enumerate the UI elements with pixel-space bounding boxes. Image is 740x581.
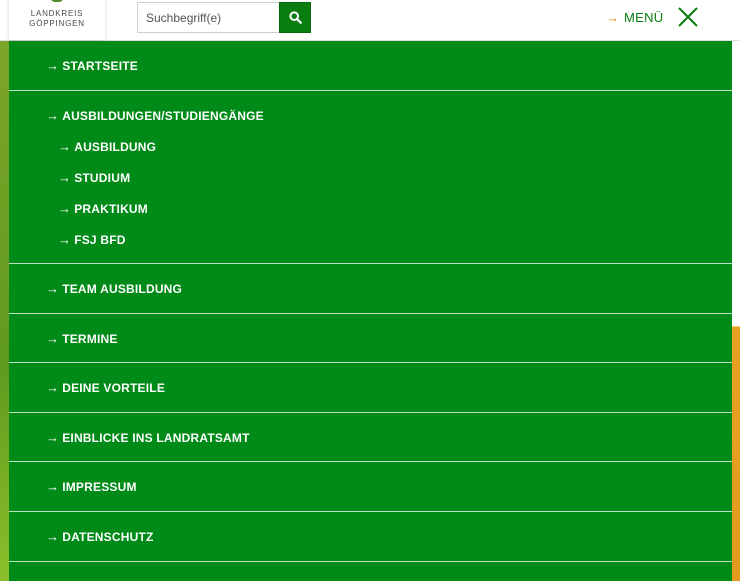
close-icon[interactable] — [677, 6, 699, 28]
menu-link-label: TERMINE — [62, 331, 118, 346]
menu-link-einblicke[interactable]: → EINBLICKE INS LANDRATSAMT — [46, 430, 250, 445]
arrow-right-icon: → — [46, 58, 60, 73]
submenu-link-praktikum[interactable]: → PRAKTIKUM — [58, 201, 148, 216]
search-input[interactable] — [137, 2, 279, 33]
navigation-menu: → STARTSEITE → AUSBILDUNGEN/STUDIENGÄNGE… — [9, 41, 732, 581]
arrow-right-icon: → — [46, 380, 60, 395]
arrow-right-icon: → — [46, 529, 60, 544]
menu-link-impressum[interactable]: → IMPRESSUM — [46, 479, 137, 494]
arrow-right-icon: → — [46, 281, 60, 296]
arrow-right-icon: → — [46, 479, 60, 494]
menu-link-label: IMPRESSUM — [62, 479, 137, 494]
menu-link-label: DATENSCHUTZ — [62, 529, 154, 544]
menu-item-datenschutz: → DATENSCHUTZ — [9, 512, 732, 562]
menu-link-label: STARTSEITE — [62, 58, 138, 73]
menu-link-ausbildungen[interactable]: → AUSBILDUNGEN/STUDIENGÄNGE — [46, 108, 264, 123]
arrow-right-icon: → — [46, 331, 60, 346]
menu-item-team: → TEAM AUSBILDUNG — [9, 264, 732, 314]
site-header: LANDKREIS GÖPPINGEN → MENÜ — [0, 0, 740, 41]
search-button[interactable] — [279, 2, 311, 33]
menu-link-label: AUSBILDUNGEN/STUDIENGÄNGE — [62, 108, 264, 123]
logo[interactable]: LANDKREIS GÖPPINGEN — [9, 0, 105, 40]
right-decor-strip — [732, 40, 740, 581]
menu-toggle-button[interactable]: → MENÜ — [606, 4, 699, 30]
menu-link-label: DEINE VORTEILE — [62, 380, 166, 395]
logo-emblem-icon — [51, 0, 63, 2]
submenu-link-ausbildung[interactable]: → AUSBILDUNG — [58, 139, 156, 154]
arrow-right-icon: → — [606, 9, 619, 25]
submenu-link-fsj-bfd[interactable]: → FSJ BFD — [58, 232, 126, 247]
arrow-right-icon: → — [46, 430, 60, 445]
submenu-link-label: AUSBILDUNG — [74, 139, 157, 154]
submenu-link-studium[interactable]: → STUDIUM — [58, 170, 130, 185]
menu-item-ausbildungen: → AUSBILDUNGEN/STUDIENGÄNGE → AUSBILDUNG… — [9, 91, 732, 264]
menu-link-team-ausbildung[interactable]: → TEAM AUSBILDUNG — [46, 281, 182, 296]
arrow-right-icon: → — [58, 170, 72, 185]
logo-line1: LANDKREIS — [30, 9, 84, 18]
arrow-right-icon: → — [58, 201, 72, 216]
menu-item-termine: → TERMINE — [9, 314, 732, 363]
menu-link-deine-vorteile[interactable]: → DEINE VORTEILE — [46, 380, 165, 395]
left-decor-strip — [0, 40, 9, 581]
menu-link-termine[interactable]: → TERMINE — [46, 331, 118, 346]
menu-link-label: EINBLICKE INS LANDRATSAMT — [62, 430, 250, 445]
menu-link-label: TEAM AUSBILDUNG — [62, 281, 183, 296]
menu-link-startseite[interactable]: → STARTSEITE — [46, 58, 138, 73]
menu-label: MENÜ — [624, 9, 664, 25]
menu-item-startseite: → STARTSEITE — [9, 41, 732, 91]
submenu-link-label: PRAKTIKUM — [74, 201, 148, 216]
submenu-link-label: FSJ BFD — [74, 232, 126, 247]
menu-link-datenschutz[interactable]: → DATENSCHUTZ — [46, 529, 154, 544]
menu-item-einblicke: → EINBLICKE INS LANDRATSAMT — [9, 413, 732, 462]
menu-item-impressum: → IMPRESSUM — [9, 462, 732, 512]
submenu-link-label: STUDIUM — [74, 170, 131, 185]
arrow-right-icon: → — [58, 232, 72, 247]
logo-line2: GÖPPINGEN — [29, 19, 85, 28]
search-form — [137, 2, 311, 33]
search-icon — [289, 11, 302, 24]
menu-item-vorteile: → DEINE VORTEILE — [9, 363, 732, 413]
arrow-right-icon: → — [46, 108, 60, 123]
arrow-right-icon: → — [58, 139, 72, 154]
